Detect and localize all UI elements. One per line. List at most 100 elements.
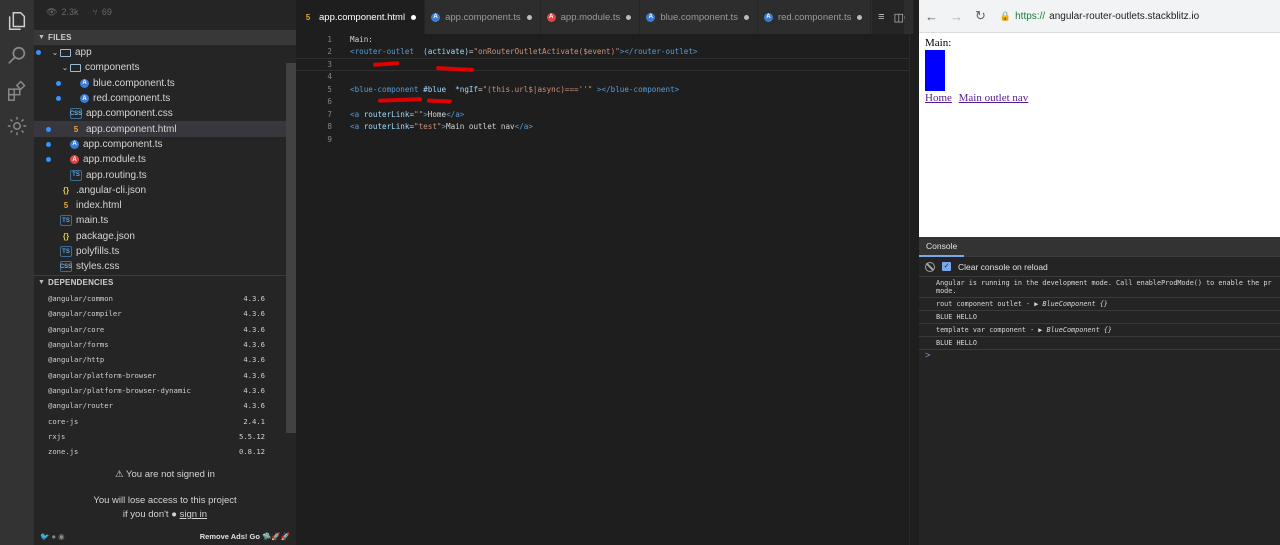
console-object[interactable]: BlueComponent {} bbox=[1047, 326, 1112, 334]
files-section-header[interactable]: ▼ FILES bbox=[34, 30, 296, 45]
unsaved-dot[interactable] bbox=[411, 14, 417, 20]
angular-icon: A bbox=[80, 94, 89, 104]
code-token: "onRouterOutletActivate($event)" bbox=[473, 47, 620, 57]
tree-file[interactable]: {} .angular-cli.json bbox=[34, 183, 286, 198]
tree-item-label: app.component.ts bbox=[83, 138, 163, 150]
console-prompt[interactable]: > bbox=[919, 350, 1280, 360]
chevron-down-icon: ▼ bbox=[38, 279, 46, 286]
search-icon[interactable] bbox=[6, 45, 28, 67]
chevron-down-icon[interactable]: ⌄ bbox=[60, 63, 70, 72]
tree-file[interactable]: TS app.routing.ts bbox=[34, 167, 286, 182]
line-number: 7 bbox=[327, 109, 332, 119]
unsaved-dot[interactable] bbox=[857, 14, 863, 20]
console-object[interactable]: BlueComponent {} bbox=[1042, 300, 1107, 308]
dependency-row[interactable]: @angular/core 4.3.6 bbox=[34, 322, 286, 337]
tree-file[interactable]: TS polyfills.ts bbox=[34, 244, 286, 259]
dependencies-section-header[interactable]: ▼ DEPENDENCIES bbox=[34, 275, 286, 289]
dependency-row[interactable]: rxjs 5.5.12 bbox=[34, 429, 286, 444]
tree-file[interactable]: Aapp.component.ts bbox=[34, 137, 286, 152]
github-footer-icon[interactable]: ● bbox=[51, 532, 56, 541]
dependency-name: @angular/http bbox=[48, 355, 105, 365]
angular-icon: A bbox=[80, 78, 89, 88]
format-icon[interactable]: ≡ bbox=[878, 11, 884, 23]
dependency-row[interactable]: core-js 2.4.1 bbox=[34, 413, 286, 428]
editor-tab-label: red.component.ts bbox=[777, 11, 852, 23]
tree-file[interactable]: {} package.json bbox=[34, 229, 286, 244]
tree-file[interactable]: 5 index.html bbox=[34, 198, 286, 213]
settings-icon[interactable] bbox=[6, 115, 28, 137]
back-icon[interactable]: ← bbox=[925, 9, 938, 24]
tree-file[interactable]: Aapp.module.ts bbox=[34, 152, 286, 167]
editor-tab[interactable]: Ared.component.ts bbox=[757, 0, 872, 34]
signin-link[interactable]: sign in bbox=[180, 509, 207, 520]
split-editor-icon[interactable]: ◫ bbox=[894, 11, 904, 24]
devtools-tabs: Console bbox=[919, 237, 1280, 257]
files-icon[interactable] bbox=[6, 10, 28, 32]
dependency-row[interactable]: @angular/common 4.3.6 bbox=[34, 291, 286, 306]
clear-console-icon[interactable] bbox=[925, 261, 935, 272]
address-bar[interactable]: 🔒 https://angular-router-outlets.stackbl… bbox=[1000, 11, 1199, 22]
typescript-file-icon: TS bbox=[70, 169, 82, 181]
console-tab[interactable]: Console bbox=[919, 237, 965, 257]
dependency-version: 4.3.6 bbox=[243, 370, 265, 380]
tree-item-label: package.json bbox=[76, 230, 135, 242]
html-file-icon: 5 bbox=[73, 124, 79, 134]
home-link[interactable]: Home bbox=[925, 92, 952, 104]
dependency-row[interactable]: @angular/platform-browser 4.3.6 bbox=[34, 367, 286, 382]
code-token: ></blue-component> bbox=[596, 84, 680, 94]
clear-on-reload-checkbox[interactable]: ✓ bbox=[942, 262, 951, 271]
forward-icon[interactable]: → bbox=[950, 9, 963, 24]
github-icon: ● bbox=[171, 509, 177, 520]
sidebar: 👁 2.3k ⑂ 69 ▼ FILES ⌄ app ⌄ components Ablue.c… bbox=[34, 0, 296, 545]
dependency-version: 5.5.12 bbox=[239, 431, 265, 441]
html-file-icon: 5 bbox=[63, 201, 69, 211]
twitter-icon[interactable]: 🐦 bbox=[40, 532, 49, 541]
console-message-text: template var component - ▶ bbox=[936, 326, 1047, 334]
remove-ads-link[interactable]: Remove Ads! Go 🛸🚀🚀 bbox=[200, 532, 290, 541]
tree-file[interactable]: CSS styles.css bbox=[34, 259, 286, 274]
tree-file[interactable]: 5 app.component.html bbox=[34, 121, 286, 137]
chevron-down-icon[interactable]: ⌄ bbox=[50, 48, 60, 57]
code-token: </a> bbox=[446, 109, 465, 119]
angular-icon: A bbox=[431, 12, 441, 22]
code-line: 4 bbox=[296, 71, 910, 84]
code-token: </a> bbox=[514, 122, 533, 132]
dependency-row[interactable]: @angular/router 4.3.6 bbox=[34, 398, 286, 413]
editor-tab[interactable]: Aapp.component.ts bbox=[425, 0, 541, 34]
extensions-icon[interactable] bbox=[6, 80, 28, 102]
unsaved-dot[interactable] bbox=[743, 14, 749, 20]
editor-tab[interactable]: Ablue.component.ts bbox=[640, 0, 758, 34]
main-outlet-nav-link[interactable]: Main outlet nav bbox=[959, 92, 1029, 104]
tree-file[interactable]: Ablue.component.ts bbox=[34, 76, 286, 91]
dependency-row[interactable]: @angular/forms 4.3.6 bbox=[34, 337, 286, 352]
console-message-text: BLUE HELLO bbox=[936, 313, 977, 321]
tree-folder[interactable]: ⌄ app bbox=[34, 45, 286, 60]
editor-tab[interactable]: 5 app.component.html bbox=[296, 0, 426, 34]
tree-file[interactable]: TS main.ts bbox=[34, 213, 286, 228]
code-token: "" bbox=[414, 109, 424, 119]
tree-folder[interactable]: ⌄ components bbox=[34, 60, 286, 75]
reload-icon[interactable]: ↻ bbox=[975, 8, 986, 24]
sidebar-scrollbar[interactable] bbox=[286, 63, 296, 433]
dependency-row[interactable]: zone.js 0.8.12 bbox=[34, 444, 286, 459]
line-number: 4 bbox=[327, 72, 332, 82]
tree-file[interactable]: Ared.component.ts bbox=[34, 91, 286, 106]
code-area[interactable]: 1 Main: 2 <router-outlet (activate)="onRout… bbox=[296, 33, 910, 146]
discord-icon[interactable]: ◉ bbox=[58, 532, 65, 541]
unsaved-dot[interactable] bbox=[526, 14, 532, 20]
dependency-row[interactable]: @angular/compiler 4.3.6 bbox=[34, 306, 286, 321]
editor-tab[interactable]: Aapp.module.ts bbox=[540, 0, 641, 34]
unsaved-dot[interactable] bbox=[626, 14, 632, 20]
tree-file[interactable]: CSS app.component.css bbox=[34, 106, 286, 121]
console-message: BLUE HELLO bbox=[919, 337, 1280, 350]
pane-divider[interactable] bbox=[909, 34, 910, 545]
dependency-name: @angular/router bbox=[48, 401, 113, 411]
css-file-icon: CSS bbox=[70, 108, 82, 120]
tree-item-label: app bbox=[75, 47, 92, 59]
dependency-version: 4.3.6 bbox=[243, 340, 265, 350]
project-stats: 👁 2.3k ⑂ 69 bbox=[34, 0, 296, 24]
dependency-row[interactable]: @angular/http 4.3.6 bbox=[34, 352, 286, 367]
dependency-row[interactable]: @angular/platform-browser-dynamic 4.3.6 bbox=[34, 383, 286, 398]
chevron-down-icon: ▼ bbox=[38, 34, 46, 41]
